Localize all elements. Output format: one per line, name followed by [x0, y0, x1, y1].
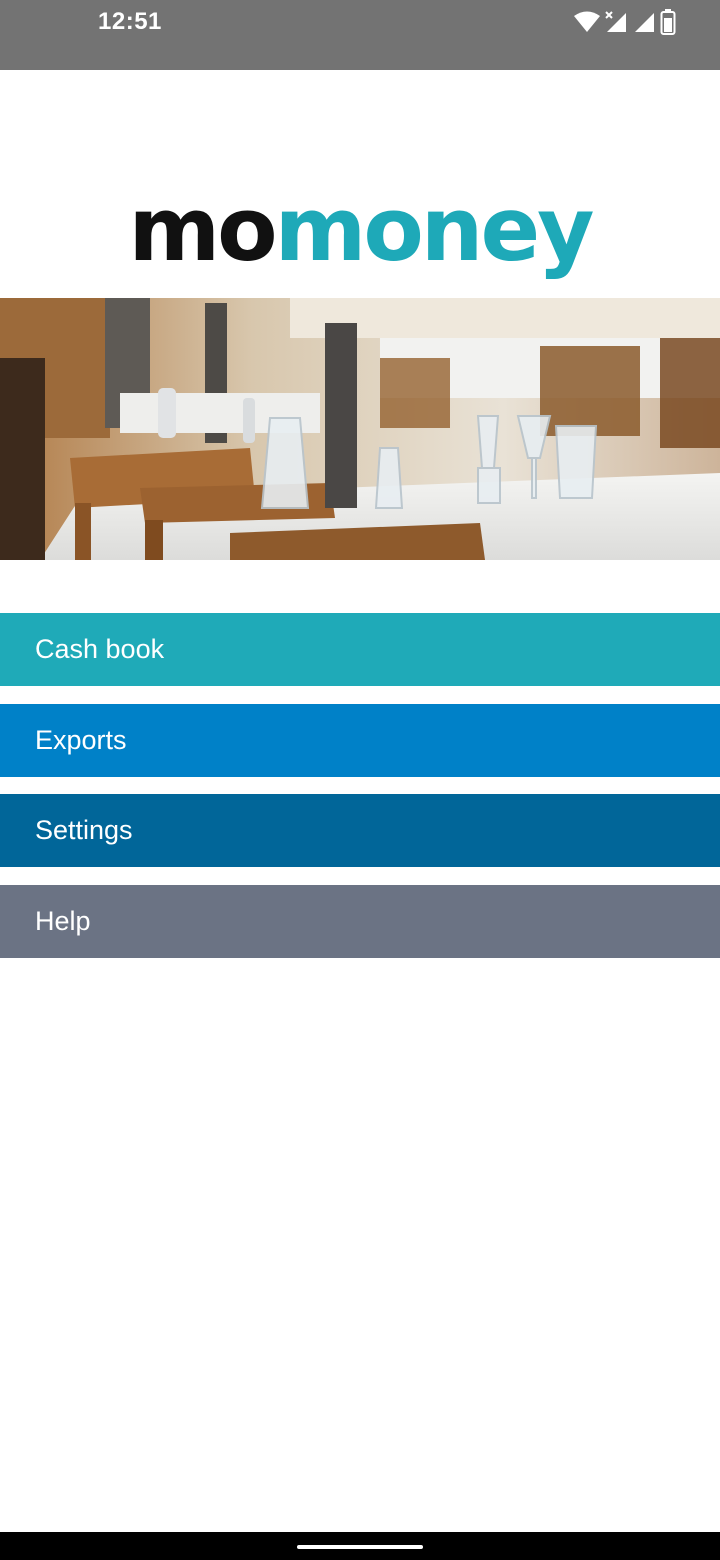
menu-settings-label: Settings	[35, 815, 133, 845]
logo-part-money: money	[274, 178, 595, 281]
system-nav-bar	[0, 1532, 720, 1560]
wifi-icon	[574, 11, 600, 33]
status-bar: 12:51	[0, 0, 720, 70]
home-gesture-pill[interactable]	[297, 1545, 423, 1549]
menu-exports-label: Exports	[35, 725, 127, 755]
status-icons	[574, 8, 676, 36]
menu-exports-button[interactable]: Exports	[0, 704, 720, 777]
logo-part-mo: mo	[128, 178, 277, 281]
battery-icon	[660, 9, 676, 35]
status-time: 12:51	[98, 8, 162, 35]
app-logo: momoney	[0, 186, 720, 274]
menu-help-label: Help	[35, 906, 91, 936]
hero-restaurant-image	[0, 298, 720, 560]
menu-cash-book-label: Cash book	[35, 634, 165, 664]
cell-signal-no-data-icon	[604, 11, 628, 33]
menu-help-button[interactable]: Help	[0, 885, 720, 958]
menu-cash-book-button[interactable]: Cash book	[0, 613, 720, 686]
cell-signal-icon	[632, 11, 656, 33]
menu-settings-button[interactable]: Settings	[0, 794, 720, 867]
